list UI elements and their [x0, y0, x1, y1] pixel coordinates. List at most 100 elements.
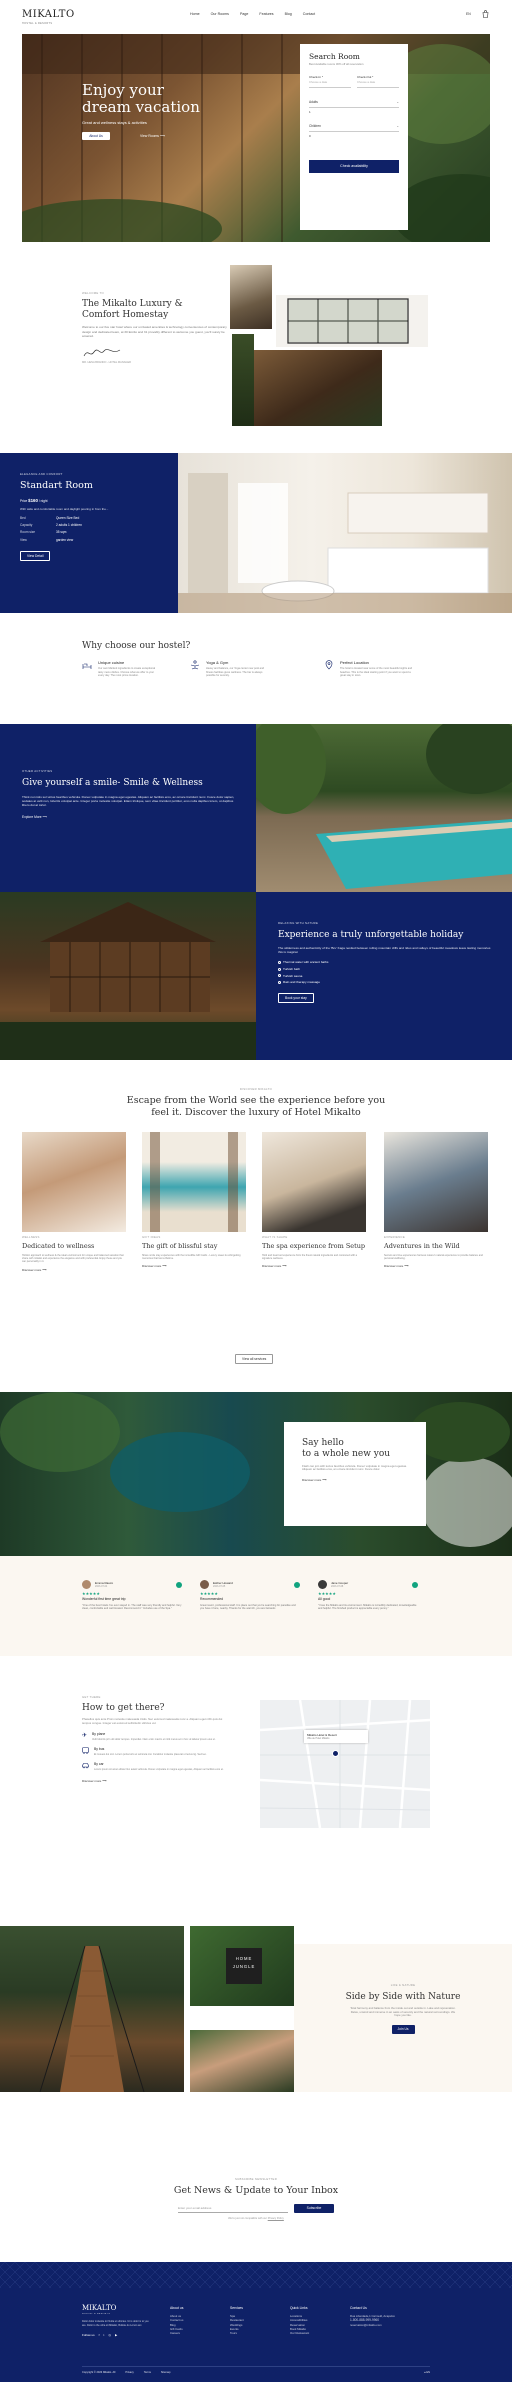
- tripadvisor-icon: [176, 1581, 182, 1588]
- footer-link[interactable]: Our Restaurant: [290, 2331, 309, 2335]
- privacy-policy-link[interactable]: Privacy Policy: [268, 2217, 284, 2220]
- bag-icon[interactable]: [482, 10, 489, 19]
- welcome-kicker: WELCOME TO: [82, 291, 105, 295]
- holiday-title: Experience a truly unforgettable holiday: [278, 929, 464, 940]
- discover-more-link[interactable]: Discover more ⟶: [262, 1264, 366, 1268]
- hero-title: Enjoy your dream vacation: [82, 81, 200, 116]
- say-hello-title: Say hello to a whole new you: [302, 1438, 391, 1459]
- newsletter-section: SUBSCRIBE NEWSLETTER Get News & Update t…: [0, 2177, 512, 2220]
- view-all-services-button[interactable]: View all services: [235, 1354, 274, 1365]
- holiday-body: The wilderness and authenticity of the '…: [278, 945, 491, 955]
- twitter-icon[interactable]: t: [104, 2333, 105, 2337]
- location-icon: [325, 660, 333, 670]
- bus-icon: [82, 1747, 89, 1755]
- instagram-icon[interactable]: ◎: [108, 2333, 111, 2337]
- nature-kicker: LIFE & NATURE: [390, 1983, 416, 1987]
- youtube-icon[interactable]: ▶: [115, 2333, 117, 2337]
- chevron-down-icon: ⌄: [396, 99, 399, 104]
- say-hello-text: Flash can join with lectus faucibus vehi…: [302, 1463, 407, 1472]
- children-value: 0: [309, 134, 311, 139]
- wellness-title: Give yourself a smile- Smile & Wellness: [22, 777, 203, 788]
- escape-header: DISCOVER MIKALTO Escape from the World s…: [0, 1087, 512, 1119]
- nav-blog[interactable]: Blog: [285, 12, 292, 17]
- nav-home[interactable]: Home: [190, 12, 200, 17]
- subscribe-button[interactable]: Subscribe: [294, 2203, 334, 2213]
- search-subtitle: Best Available rooms 30% off all reserva…: [309, 62, 364, 67]
- footer-logo[interactable]: MIKALTO: [82, 2304, 152, 2313]
- wellness-body: Think non istis sol victus faucibus vehi…: [22, 794, 235, 808]
- privacy-link[interactable]: Privacy: [125, 2371, 134, 2375]
- newsletter-kicker: SUBSCRIBE NEWSLETTER: [234, 2177, 278, 2181]
- footer-link[interactable]: Careers: [170, 2331, 183, 2335]
- check-in-field[interactable]: Check-In * Choose a date: [309, 75, 351, 88]
- nav-contact[interactable]: Contact: [303, 12, 315, 17]
- escape-title: Escape from the World see the experience…: [126, 1094, 386, 1118]
- service-card-wellness: WELLNESS Dedicated to wellness Holistic …: [22, 1235, 126, 1272]
- room-price: Price $160 / night: [20, 497, 48, 503]
- view-detail-button[interactable]: View Detail: [20, 550, 51, 562]
- location-map[interactable]: Mikalto Hotel & Resort Villa de Hotel Mi…: [260, 1700, 430, 1828]
- footer-language-selector[interactable]: ● EN: [424, 2371, 430, 2375]
- logo[interactable]: MIKALTO HOSTEL & RESORTS: [22, 8, 75, 25]
- check-out-field[interactable]: Check-Out * Choose a date: [357, 75, 399, 88]
- holiday-section: RELAXING WITH NATURE Experience a truly …: [256, 892, 512, 1060]
- service-card-adventure: EXPERIENCE Adventures in the Wild Secret…: [384, 1235, 488, 1269]
- footer-link[interactable]: Accessibilities: [290, 2318, 309, 2322]
- terms-link[interactable]: Terms: [144, 2371, 151, 2375]
- holiday-kicker: RELAXING WITH NATURE: [278, 921, 319, 925]
- discover-more-link[interactable]: Discover more ⟶: [142, 1264, 246, 1268]
- discover-more-link[interactable]: Discover more ⟶: [82, 1779, 232, 1783]
- discover-more-link[interactable]: Discover more ⟶: [302, 1478, 408, 1482]
- card-photo-adventure: [384, 1132, 488, 1232]
- say-hello-photo: [0, 1392, 512, 1556]
- card-photo-gift: [142, 1132, 246, 1232]
- room-section: ELEGANCE AND COMFORT Standart Room Price…: [0, 453, 178, 613]
- discover-more-link[interactable]: Discover more ⟶: [384, 1264, 488, 1268]
- adults-select[interactable]: Adults ⌄: [309, 99, 399, 109]
- get-there-intro: Phasellus quis ante Proin molestie males…: [82, 1716, 223, 1725]
- bed-icon: [82, 663, 92, 669]
- mode-car: By car Lorem ipsum sit amet elitsie Nuc a…: [82, 1762, 232, 1771]
- jungle-sign-photo: HOME JUNGLE: [190, 1926, 294, 2006]
- discover-more-link[interactable]: Discover more ⟶: [22, 1268, 126, 1272]
- footer-link[interactable]: Contact us: [170, 2318, 183, 2322]
- explore-more-link[interactable]: Explore More ⟶: [22, 815, 236, 819]
- treehouse-photo: [0, 892, 256, 1060]
- bridge-photo: [0, 1926, 184, 2092]
- avatar: [200, 1580, 209, 1589]
- join-us-button[interactable]: Join Us: [391, 2025, 415, 2034]
- chevron-down-icon: ⌄: [396, 124, 399, 129]
- sitemap-link[interactable]: Sitemap: [161, 2371, 171, 2375]
- room-title: Standart Room: [20, 479, 93, 491]
- main-nav: Home Our Rooms Page Features Blog Contac…: [190, 12, 315, 17]
- language-selector[interactable]: EN: [466, 12, 471, 17]
- why-title: Why choose our hostel?: [82, 641, 191, 651]
- mode-plane: ✈ By plane Velit lobortis prin ulti dolor…: [82, 1732, 216, 1742]
- book-your-stay-button[interactable]: Book your stay: [278, 992, 314, 1004]
- nav-page[interactable]: Page: [240, 12, 248, 17]
- service-card-gift: GIFT IDEAS The gift of blissful stay Sha…: [142, 1235, 246, 1269]
- room-kicker: ELEGANCE AND COMFORT: [20, 472, 63, 476]
- nav-features[interactable]: Features: [259, 12, 273, 17]
- footer-link[interactable]: Restaurant: [230, 2318, 244, 2322]
- review-card: Jane Cooper 2023-07-08 ★★★★★ All good "I …: [318, 1580, 418, 1611]
- about-us-button[interactable]: About Us: [82, 132, 110, 141]
- footer-col-contact: Contact Us Rua Liberdade,1 Carmeld, Acap…: [350, 2306, 420, 2328]
- feature-cuisine: Unique cuisine Our own Marketi ingredien…: [82, 660, 156, 678]
- email-input[interactable]: Enter your email address: [178, 2204, 288, 2213]
- room-photo: [178, 453, 512, 613]
- check-availability-button[interactable]: Check availability: [309, 160, 399, 174]
- nav-our-rooms[interactable]: Our Rooms: [211, 12, 229, 17]
- rating-stars-icon: ★★★★★: [200, 1591, 218, 1596]
- rating-stars-icon: ★★★★★: [318, 1591, 336, 1596]
- facebook-icon[interactable]: f: [99, 2333, 100, 2337]
- escape-kicker: DISCOVER MIKALTO: [239, 1087, 273, 1091]
- welcome-photo-person: [230, 265, 272, 329]
- map-pin-icon[interactable]: [332, 1750, 339, 1757]
- footer-email[interactable]: reservation@mikalto.com: [350, 2323, 420, 2327]
- children-select[interactable]: Children ⌄: [309, 124, 399, 133]
- newsletter-note: We're just not compatible with our Priva…: [228, 2216, 284, 2220]
- tripadvisor-icon: [412, 1581, 418, 1588]
- view-rooms-link[interactable]: View Rooms ⟶: [140, 134, 165, 139]
- footer-link[interactable]: Tours: [230, 2331, 244, 2335]
